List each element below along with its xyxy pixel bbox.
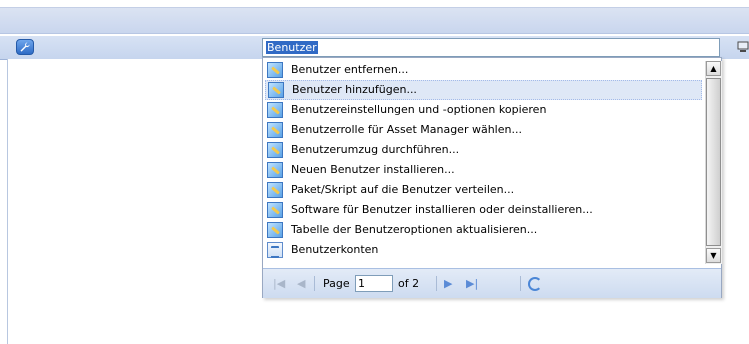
next-page-icon[interactable]: ▶: [444, 269, 452, 298]
wizard-icon: [267, 222, 283, 238]
computer-icon[interactable]: [737, 41, 749, 53]
top-band: [0, 0, 749, 36]
scroll-up-button[interactable]: ▲: [706, 61, 721, 76]
suggestion-item[interactable]: Benutzereinstellungen und -optionen kopi…: [265, 100, 702, 120]
suggestion-item[interactable]: Paket/Skript auf die Benutzer verteilen.…: [265, 180, 702, 200]
suggestion-item[interactable]: Benutzer entfernen...: [265, 60, 702, 80]
suggestion-label: Software für Benutzer installieren oder …: [291, 203, 593, 216]
page-label: Page: [323, 277, 350, 290]
suggestion-label: Benutzerumzug durchführen...: [291, 143, 460, 156]
table-icon: [267, 242, 283, 258]
wizard-icon: [267, 142, 283, 158]
suggestion-item[interactable]: Benutzerumzug durchführen...: [265, 140, 702, 160]
first-page-icon[interactable]: |◀: [273, 269, 285, 298]
wizard-icon: [267, 202, 283, 218]
page-count-label: of 2: [398, 277, 420, 290]
suggestion-item[interactable]: Software für Benutzer installieren oder …: [265, 200, 702, 220]
wizard-icon: [268, 82, 284, 98]
suggestion-label: Benutzer entfernen...: [291, 63, 409, 76]
header-strip: [0, 7, 749, 34]
wizard-icon: [267, 162, 283, 178]
wizard-icon: [267, 62, 283, 78]
wizard-icon: [267, 102, 283, 118]
last-page-icon[interactable]: ▶|: [466, 269, 478, 298]
suggestion-label: Benutzerkonten: [291, 243, 379, 256]
suggestion-label: Tabelle der Benutzeroptionen aktualisier…: [291, 223, 538, 236]
suggestion-item[interactable]: Benutzerrolle für Asset Manager wählen..…: [265, 120, 702, 140]
search-input[interactable]: Benutzer: [262, 38, 720, 57]
suggestion-item[interactable]: Benutzer hinzufügen...: [265, 80, 702, 100]
search-input-value: Benutzer: [266, 41, 318, 54]
wizard-icon: [267, 182, 283, 198]
separator: [436, 276, 437, 291]
suggestion-label: Paket/Skript auf die Benutzer verteilen.…: [291, 183, 515, 196]
refresh-icon[interactable]: [528, 277, 542, 291]
scrollbar[interactable]: ▲ ▼: [705, 61, 722, 264]
suggestion-label: Benutzer hinzufügen...: [292, 83, 417, 96]
separator: [314, 276, 315, 291]
page-number-input[interactable]: 1: [355, 275, 393, 292]
suggestion-list: Benutzer entfernen... Benutzer hinzufügen…: [263, 60, 704, 260]
separator: [520, 276, 521, 291]
suggestion-label: Benutzerrolle für Asset Manager wählen..…: [291, 123, 522, 136]
scroll-thumb[interactable]: [706, 78, 721, 246]
suggestion-label: Neuen Benutzer installieren...: [291, 163, 455, 176]
wrench-icon[interactable]: [16, 39, 34, 55]
scroll-down-button[interactable]: ▼: [706, 248, 721, 263]
suggestion-item[interactable]: Benutzerkonten: [265, 240, 702, 260]
pagination-bar: |◀ ◀ Page 1 of 2 ▶ ▶|: [263, 268, 721, 298]
prev-page-icon[interactable]: ◀: [297, 269, 305, 298]
suggestion-item[interactable]: Neuen Benutzer installieren...: [265, 160, 702, 180]
suggestion-item[interactable]: Tabelle der Benutzeroptionen aktualisier…: [265, 220, 702, 240]
autocomplete-dropdown: Benutzer entfernen... Benutzer hinzufügen…: [262, 57, 722, 298]
suggestion-label: Benutzereinstellungen und -optionen kopi…: [291, 103, 547, 116]
wizard-icon: [267, 122, 283, 138]
